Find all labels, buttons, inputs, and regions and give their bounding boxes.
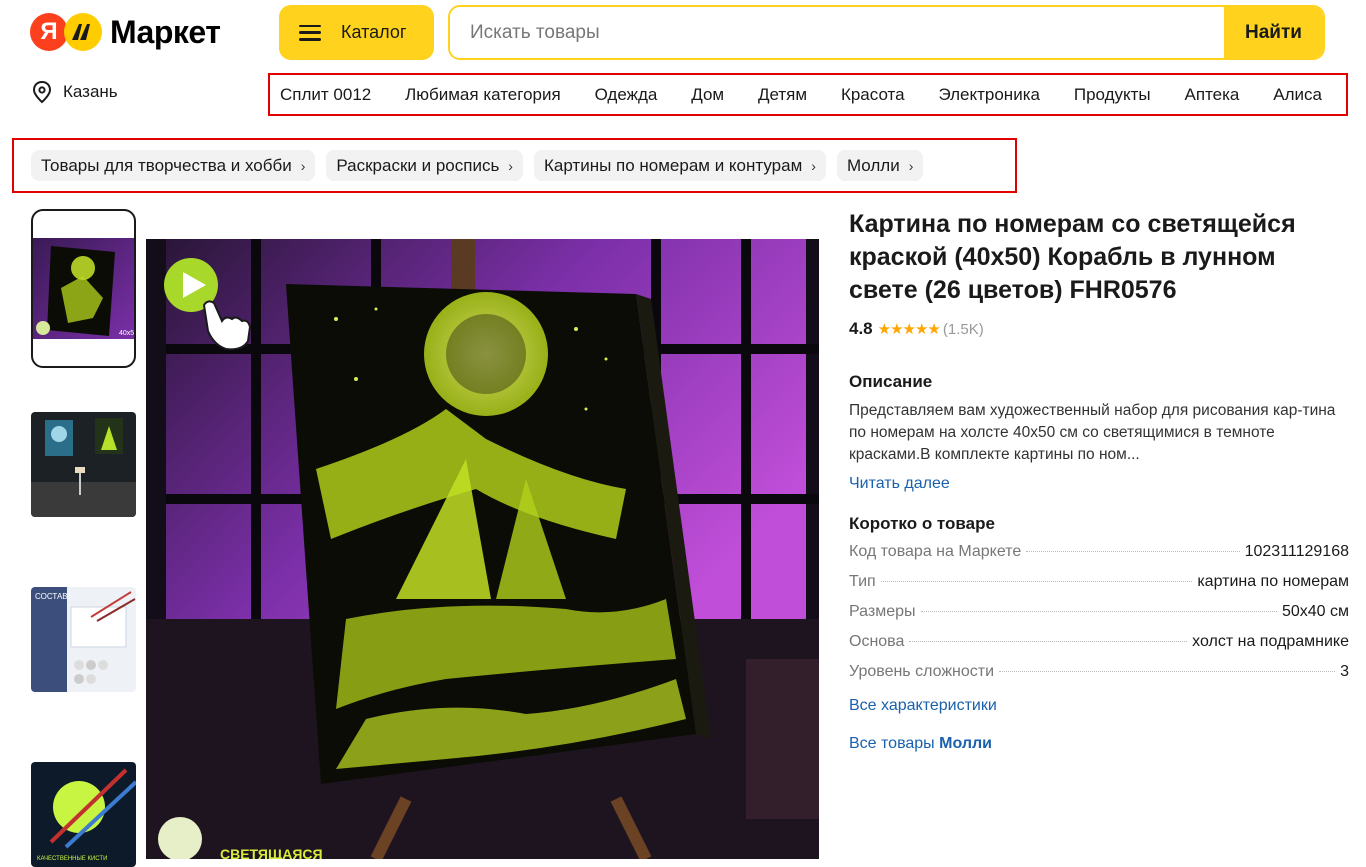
thumbnail-image: СОСТАВ	[31, 587, 136, 692]
nav-item-groceries[interactable]: Продукты	[1074, 85, 1151, 105]
thumbnail-image: КАЧЕСТВЕННЫЕ КИСТИ	[31, 762, 136, 867]
gallery-thumbnail[interactable]: 40x50	[31, 209, 136, 368]
nav-item-split[interactable]: Сплит 0012	[280, 85, 371, 105]
image-caption: СВЕТЯЩАЯСЯ	[220, 846, 323, 859]
specs-list: Код товара на Маркете 102311129168 Тип к…	[849, 543, 1349, 693]
location-city: Казань	[63, 82, 118, 101]
rating-count: (1.5K)	[942, 320, 984, 338]
catalog-label: Каталог	[341, 22, 407, 42]
nav-item-home[interactable]: Дом	[691, 85, 724, 105]
all-specs-link[interactable]: Все характеристики	[849, 697, 1349, 715]
nav-item-favorite-category[interactable]: Любимая категория	[405, 85, 561, 105]
spec-value-link[interactable]: 3	[1340, 663, 1349, 681]
yandex-market-logo[interactable]: Я Маркет	[30, 12, 221, 52]
breadcrumb-item[interactable]: Раскраски и роспись ›	[326, 150, 523, 181]
spec-label: Уровень сложности	[849, 663, 995, 680]
read-more-link[interactable]: Читать далее	[849, 475, 1349, 493]
menu-icon	[299, 24, 321, 41]
breadcrumb: Товары для творчества и хобби › Раскраски…	[12, 138, 1017, 193]
category-nav: Сплит 0012 Любимая категория Одежда Дом …	[268, 73, 1348, 116]
logo-ya-icon: Я	[30, 13, 68, 51]
all-goods-prefix: Все товары	[849, 735, 940, 752]
breadcrumb-label: Раскраски и роспись	[336, 155, 500, 175]
chevron-right-icon: ›	[811, 157, 816, 174]
nav-item-clothes[interactable]: Одежда	[595, 85, 658, 105]
nav-item-pharmacy[interactable]: Аптека	[1185, 85, 1240, 105]
breadcrumb-item[interactable]: Молли ›	[836, 150, 924, 181]
search-button[interactable]: Найти	[1224, 7, 1323, 58]
main-product-image[interactable]: СВЕТЯЩАЯСЯ	[146, 239, 819, 859]
description-title: Описание	[849, 372, 933, 391]
spec-row: Размеры 50x40 см	[849, 603, 1349, 633]
spec-value: 50x40 см	[1281, 603, 1349, 620]
spec-label: Основа	[849, 633, 905, 650]
catalog-button[interactable]: Каталог	[279, 5, 434, 60]
search-bar: Найти	[448, 5, 1325, 60]
nav-item-beauty[interactable]: Красота	[841, 85, 905, 105]
gallery-thumbnail[interactable]: КАЧЕСТВЕННЫЕ КИСТИ	[31, 762, 136, 867]
thumbnail-image: 40x50	[33, 238, 134, 339]
product-title: Картина по номерам со светящейся краской…	[849, 210, 1296, 304]
chevron-right-icon: ›	[908, 157, 914, 174]
breadcrumb-label: Товары для творчества и хобби	[41, 155, 292, 175]
thumbnail-title: СОСТАВ	[35, 592, 68, 601]
spec-row: Тип картина по номерам	[849, 573, 1349, 603]
breadcrumb-label: Картины по номерам и контурам	[543, 155, 803, 175]
spec-row: Код товара на Маркете 102311129168	[849, 543, 1349, 573]
chevron-right-icon: ›	[508, 157, 513, 174]
spec-label: Размеры	[849, 603, 916, 620]
product-photo: СВЕТЯЩАЯСЯ	[146, 239, 819, 859]
brand-name: Молли	[939, 735, 992, 752]
breadcrumb-label: Молли	[846, 155, 900, 175]
thumbnail-size-label: 40x50	[119, 330, 134, 337]
thumbnail-caption: КАЧЕСТВЕННЫЕ КИСТИ	[37, 856, 107, 862]
star-icon: ★★★★★	[877, 321, 941, 338]
breadcrumb-item[interactable]: Товары для творчества и хобби ›	[31, 150, 316, 181]
rating-value: 4.8	[849, 319, 873, 338]
product-rating[interactable]: 4.8 ★★★★★ (1.5K)	[849, 319, 1349, 339]
spec-value-link[interactable]: холст на подрамнике	[1192, 633, 1349, 651]
spec-value: 102311129168	[1244, 543, 1349, 560]
all-brand-goods-link[interactable]: Все товары Молли	[849, 735, 1349, 753]
nav-item-alisa[interactable]: Алиса	[1273, 85, 1322, 105]
header: Я Маркет Каталог Найти	[0, 0, 1366, 64]
spec-row: Основа холст на подрамнике	[849, 633, 1349, 663]
gallery-thumbnail[interactable]: СОСТАВ	[31, 587, 136, 692]
chevron-right-icon: ›	[300, 157, 306, 174]
spec-value-link[interactable]: картина по номерам	[1197, 573, 1349, 591]
thumbnail-image	[31, 412, 136, 517]
spec-row: Уровень сложности 3	[849, 663, 1349, 693]
spec-label: Код товара на Маркете	[849, 543, 1022, 560]
logo-m-icon	[64, 13, 102, 51]
location-selector[interactable]: Казань	[31, 80, 118, 104]
specs-title: Коротко о товаре	[849, 514, 995, 533]
product-info: Картина по номерам со светящейся краской…	[849, 208, 1349, 753]
logo-text: Маркет	[110, 13, 221, 50]
breadcrumb-item[interactable]: Картины по номерам и контурам ›	[533, 150, 826, 181]
location-pin-icon	[32, 80, 52, 104]
spec-label: Тип	[849, 573, 876, 590]
gallery-thumbnail[interactable]	[31, 412, 136, 517]
search-input[interactable]	[450, 7, 1224, 58]
nav-item-kids[interactable]: Детям	[758, 85, 807, 105]
nav-item-electronics[interactable]: Электроника	[938, 85, 1040, 105]
description-text: Представляем вам художественный набор дл…	[849, 402, 1336, 463]
